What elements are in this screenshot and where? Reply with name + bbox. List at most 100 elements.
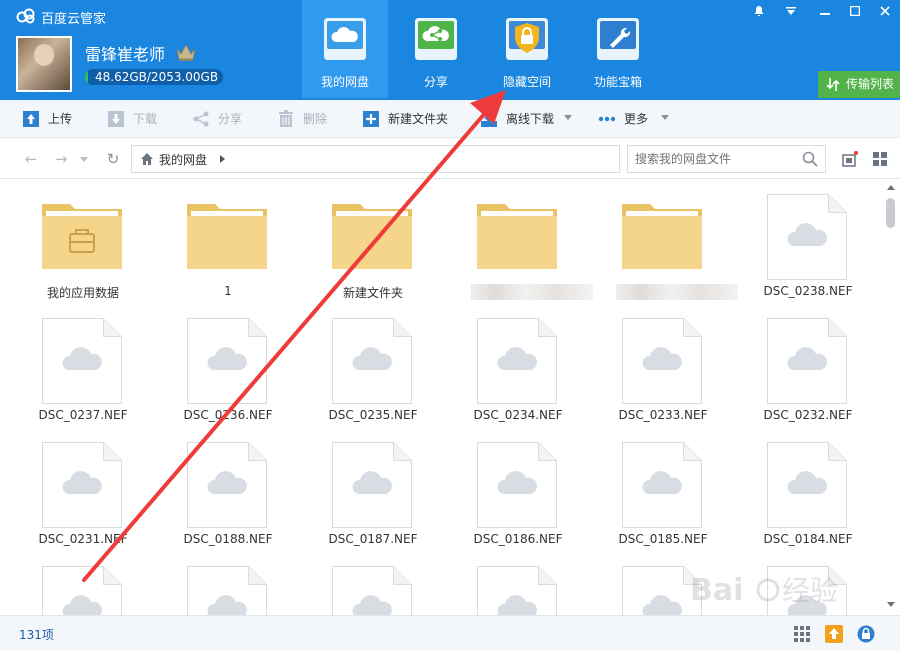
file-item[interactable] bbox=[435, 552, 580, 615]
tab-hidden-space[interactable]: 隐藏空间 bbox=[484, 0, 570, 98]
cloud-file-icon bbox=[42, 442, 122, 528]
quota-fill bbox=[85, 69, 89, 85]
cloud-file-icon bbox=[42, 566, 122, 615]
more-button[interactable]: 更多 bbox=[598, 108, 648, 130]
forward-arrow-icon[interactable]: → bbox=[52, 150, 70, 168]
scroll-thumb[interactable] bbox=[886, 198, 895, 228]
offline-download-icon bbox=[481, 111, 497, 127]
cloud-file-icon bbox=[332, 566, 412, 615]
new-folder-label: 新建文件夹 bbox=[388, 112, 449, 126]
file-item[interactable]: DSC_0237.NEF bbox=[0, 304, 145, 428]
toolbox-icon bbox=[597, 18, 639, 60]
file-item[interactable] bbox=[0, 552, 145, 615]
breadcrumb-item[interactable]: 我的网盘 bbox=[159, 151, 207, 168]
breadcrumb[interactable]: 我的网盘 bbox=[131, 145, 620, 173]
thumbnail-view-icon[interactable] bbox=[842, 151, 858, 167]
file-item[interactable] bbox=[145, 552, 290, 615]
menu-dropdown-icon[interactable] bbox=[778, 0, 804, 22]
refresh-icon[interactable]: ↻ bbox=[104, 150, 122, 168]
share-button[interactable]: 分享 bbox=[192, 108, 242, 130]
cloud-file-icon bbox=[332, 442, 412, 528]
transfer-list-button[interactable]: 传输列表 bbox=[818, 71, 900, 98]
more-dropdown-icon[interactable] bbox=[661, 115, 669, 120]
username[interactable]: 雷锋崔老师 bbox=[85, 41, 165, 65]
tab-share[interactable]: 分享 bbox=[393, 0, 479, 98]
offline-download-button[interactable]: 离线下载 bbox=[480, 108, 554, 130]
item-label: DSC_0235.NEF bbox=[328, 408, 418, 422]
download-button[interactable]: 下载 bbox=[107, 108, 157, 130]
item-label: 新建文件夹 bbox=[342, 286, 403, 300]
upload-label: 上传 bbox=[48, 112, 73, 126]
search-icon[interactable] bbox=[802, 151, 818, 167]
item-label: DSC_0188.NEF bbox=[183, 532, 273, 546]
file-item[interactable]: DSC_0231.NEF bbox=[0, 428, 145, 552]
toolbar: 上传 下载 分享 删除 新建文件夹 离线下载 更多 bbox=[0, 100, 900, 138]
file-item[interactable]: DSC_0233.NEF bbox=[580, 304, 725, 428]
grid-view-icon[interactable] bbox=[872, 151, 888, 167]
back-arrow-icon[interactable]: ← bbox=[22, 150, 40, 168]
upload-button[interactable]: 上传 bbox=[22, 108, 72, 130]
folder-item[interactable]: 我的应用数据 bbox=[0, 180, 145, 304]
offline-download-label: 离线下载 bbox=[506, 112, 555, 126]
cloud-file-icon bbox=[187, 566, 267, 615]
file-item[interactable]: DSC_0238.NEF bbox=[725, 180, 870, 304]
file-item[interactable]: DSC_0234.NEF bbox=[435, 304, 580, 428]
folder-item[interactable] bbox=[580, 180, 738, 304]
file-item[interactable]: DSC_0236.NEF bbox=[145, 304, 290, 428]
folder-item[interactable]: 1 bbox=[145, 180, 290, 304]
tab-label: 分享 bbox=[423, 75, 448, 89]
item-label: DSC_0187.NEF bbox=[328, 532, 418, 546]
tab-my-drive[interactable]: 我的网盘 bbox=[302, 0, 388, 98]
file-item[interactable]: DSC_0235.NEF bbox=[290, 304, 435, 428]
cloud-file-icon bbox=[622, 442, 702, 528]
file-item[interactable] bbox=[290, 552, 435, 615]
item-count: 131项 bbox=[19, 628, 54, 642]
history-dropdown-icon[interactable] bbox=[80, 157, 88, 162]
file-item[interactable]: DSC_0186.NEF bbox=[435, 428, 580, 552]
breadcrumb-chevron-icon[interactable] bbox=[220, 155, 225, 163]
download-icon bbox=[108, 111, 124, 127]
scrollbar[interactable] bbox=[882, 180, 900, 615]
folder-icon bbox=[477, 204, 557, 269]
scroll-down-icon[interactable] bbox=[887, 602, 895, 607]
cloud-file-icon bbox=[767, 194, 847, 280]
file-item[interactable]: DSC_0188.NEF bbox=[145, 428, 290, 552]
file-item[interactable]: DSC_0185.NEF bbox=[580, 428, 725, 552]
item-label: 1 bbox=[224, 284, 232, 298]
address-bar: ← → ↻ 我的网盘 bbox=[0, 139, 900, 179]
file-item[interactable]: DSC_0187.NEF bbox=[290, 428, 435, 552]
svg-text:经验: 经验 bbox=[782, 574, 838, 607]
file-grid: 我的应用数据 1 新建文件夹 DSC_0238.NEF DSC_0237.NEF… bbox=[0, 180, 882, 615]
item-label: DSC_0232.NEF bbox=[763, 408, 853, 422]
folder-item[interactable]: 新建文件夹 bbox=[290, 180, 435, 304]
baidu-cloud-logo-icon bbox=[16, 8, 35, 24]
cloud-file-icon bbox=[477, 566, 557, 615]
offline-download-dropdown-icon[interactable] bbox=[564, 115, 572, 120]
cloud-file-icon bbox=[477, 318, 557, 404]
folder-item[interactable] bbox=[435, 180, 593, 304]
cloud-file-icon bbox=[622, 318, 702, 404]
blurred-name bbox=[616, 284, 738, 300]
quota-text: 48.62GB/2053.00GB bbox=[95, 70, 219, 84]
app-folder-icon bbox=[42, 204, 122, 269]
item-label: DSC_0238.NEF bbox=[763, 284, 853, 298]
transfer-icon bbox=[826, 78, 840, 91]
search-input[interactable] bbox=[627, 145, 826, 173]
maximize-icon[interactable] bbox=[842, 0, 868, 22]
close-icon[interactable] bbox=[872, 0, 898, 22]
item-label: DSC_0186.NEF bbox=[473, 532, 563, 546]
minimize-icon[interactable] bbox=[812, 0, 838, 22]
upload-icon bbox=[23, 111, 39, 127]
scroll-up-icon[interactable] bbox=[887, 185, 895, 190]
delete-button[interactable]: 删除 bbox=[277, 108, 327, 130]
app-title: 百度云管家 bbox=[41, 12, 107, 27]
title-bar: 百度云管家 雷锋崔老师 48.62GB/2053.00GB 我的网盘 分享 隐藏… bbox=[0, 0, 900, 100]
file-item[interactable]: DSC_0232.NEF bbox=[725, 304, 870, 428]
avatar[interactable] bbox=[16, 36, 72, 92]
file-item[interactable]: DSC_0184.NEF bbox=[725, 428, 870, 552]
crown-icon[interactable] bbox=[175, 42, 197, 62]
tab-toolbox[interactable]: 功能宝箱 bbox=[575, 0, 661, 98]
notification-icon[interactable] bbox=[746, 0, 772, 22]
delete-label: 删除 bbox=[303, 112, 328, 126]
new-folder-button[interactable]: 新建文件夹 bbox=[362, 108, 448, 130]
